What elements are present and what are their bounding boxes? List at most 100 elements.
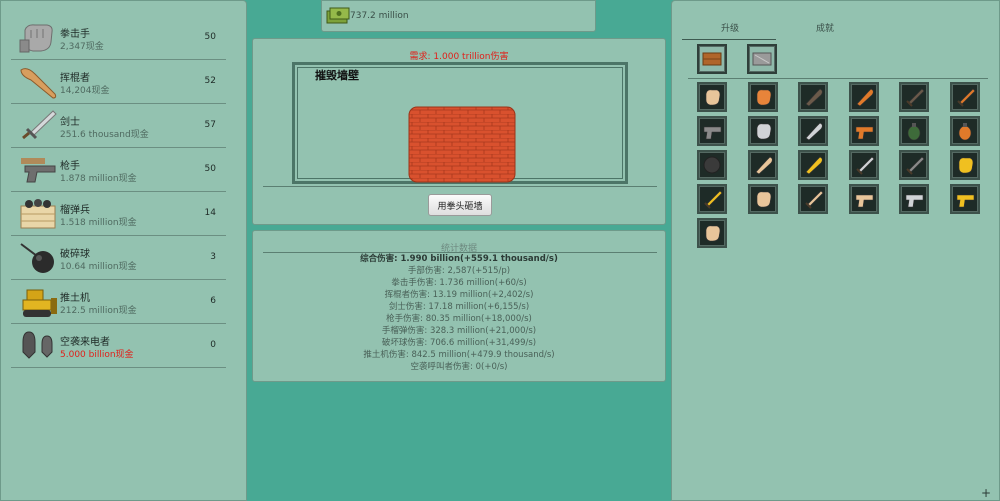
bulldozer-icon [22,289,57,317]
stat-row: 推土机伤害: 842.5 million(+479.9 thousand/s) [363,350,555,360]
owned-slot[interactable] [697,44,727,74]
stats-list: 综合伤害: 1.990 billion(+559.1 thousand/s) 手部… [253,253,665,373]
fist-pistol-icon [855,194,873,208]
fist-sword-icon [805,190,824,209]
unit-cost: 2,347现金 [60,42,104,52]
upgrade-slot[interactable] [747,116,778,146]
upgrade-slot[interactable] [848,184,879,214]
upgrade-slot[interactable] [949,184,980,214]
fist-yellow-icon [958,157,973,174]
owned-slot[interactable] [747,44,777,74]
sword-orange-icon [956,88,975,107]
wall-requirement: 需求: 1.000 trillion伤害 [409,52,509,62]
unit-name: 推土机 [60,293,90,304]
fist-icon [19,24,53,53]
wrecking-ball-icon [20,243,54,273]
sword-silver-icon [855,156,874,175]
unit-count: 52 [204,76,216,86]
fist-white-icon [756,123,771,140]
double-fist-icon [756,191,771,208]
fist-bandage-icon [705,89,721,106]
unit-cost: 212.5 million现金 [60,306,137,316]
unit-name: 剑士 [60,117,80,128]
unit-row-grenadier[interactable]: 榴弹兵 1.518 million现金 14 [11,192,226,236]
unit-count: 50 [204,164,216,174]
unit-row-bulldozer[interactable]: 推土机 212.5 million现金 6 [11,280,226,324]
crossed-swords-icon [906,156,925,175]
unit-sidebar: 拳击手 2,347现金 50 挥棍者 14,204现金 52 剑士 251.6 … [0,0,247,501]
unit-name: 枪手 [60,161,80,172]
pistol-silver-icon [905,194,924,208]
unit-name: 破碎球 [60,249,90,260]
unit-row-wrecking-ball[interactable]: 破碎球 10.64 million现金 3 [11,236,226,280]
money-amount: 737.2 million [350,11,409,21]
fist-tan-icon [705,225,721,242]
upgrade-slot[interactable] [697,218,727,248]
stat-row: 空袭呼叫者伤害: 0(+0/s) [410,362,508,372]
upgrade-slot[interactable] [899,82,929,112]
upgrade-slot[interactable] [798,116,828,146]
unit-cost: 251.6 thousand现金 [60,130,149,140]
wall-frame: 摧毁墙壁 [292,62,628,184]
knife-dark-icon [906,88,925,107]
upgrade-slot[interactable] [949,82,980,112]
unit-row-gunner[interactable]: 枪手 1.878 million现金 50 [11,148,226,192]
upgrade-slot[interactable] [899,150,929,180]
upgrade-slot[interactable] [747,150,778,180]
wood-plank-icon [702,52,722,66]
unit-row-swordsman[interactable]: 剑士 251.6 thousand现金 57 [11,104,226,148]
unit-row-boxer[interactable]: 拳击手 2,347现金 50 [11,16,226,60]
upgrade-slot[interactable] [697,116,727,146]
stat-row: 拳击手伤害: 1.736 million(+60/s) [391,278,527,288]
stat-row: 剑士伤害: 17.18 million(+6,155/s) [388,302,530,312]
club-dark-icon [805,88,823,107]
unit-count: 3 [210,252,216,262]
upgrade-slot[interactable] [798,150,828,180]
tab-achievements[interactable]: 成就 [816,21,834,34]
sword-gold-icon [704,190,723,209]
unit-count: 50 [204,32,216,42]
upgrade-slot[interactable] [848,150,879,180]
upgrade-slot[interactable] [899,184,929,214]
unit-name: 挥棍者 [60,73,90,84]
unit-cost: 1.878 million现金 [60,174,137,184]
unit-row-airstrike[interactable]: 空袭来电者 5.000 billion现金 0 [11,324,226,368]
tab-upgrade[interactable]: 升级 [721,21,739,34]
club-icon [20,68,57,99]
grenade-crate-icon [20,199,56,229]
brick-wall-icon[interactable] [408,106,516,183]
unit-count: 14 [204,208,216,218]
unit-name: 拳击手 [60,29,90,40]
smash-wall-button[interactable]: 用拳头砸墙 [428,194,492,216]
upgrade-slot[interactable] [697,184,727,214]
unit-count: 57 [204,120,216,130]
unit-count: 0 [210,340,216,350]
add-icon[interactable]: + [981,486,991,500]
fist-clubs-icon [755,156,773,175]
stat-row: 手榴弹伤害: 328.3 million(+21,000/s) [381,326,537,336]
upgrade-slot[interactable] [798,184,828,214]
upgrade-slot[interactable] [949,116,980,146]
unit-name: 榴弹兵 [60,205,90,216]
pistol-orange-icon [855,126,873,140]
upgrade-slot[interactable] [949,150,980,180]
pistol-gold-icon [956,194,974,208]
upgrade-slot[interactable] [848,116,879,146]
upgrade-slot[interactable] [899,116,929,146]
stat-row: 手部伤害: 2,587(+515/p) [407,266,511,276]
upgrade-slot[interactable] [848,82,879,112]
metal-plate-icon [752,52,772,66]
stats-panel: 统计数据 综合伤害: 1.990 billion(+559.1 thousand… [252,230,666,382]
unit-row-club[interactable]: 挥棍者 14,204现金 52 [11,60,226,104]
upgrade-slot[interactable] [747,184,778,214]
upgrade-slot[interactable] [697,150,727,180]
airstrike-bombs-icon [22,331,53,359]
gun-icon [21,158,56,183]
fist-red-icon [756,89,771,106]
cash-stack-icon [326,7,350,24]
upgrade-slot[interactable] [798,82,828,112]
pistol-icon [703,126,722,140]
upgrade-slot[interactable] [697,82,727,112]
upgrade-slot[interactable] [747,82,778,112]
wall-title: 摧毁墙壁 [315,69,359,82]
